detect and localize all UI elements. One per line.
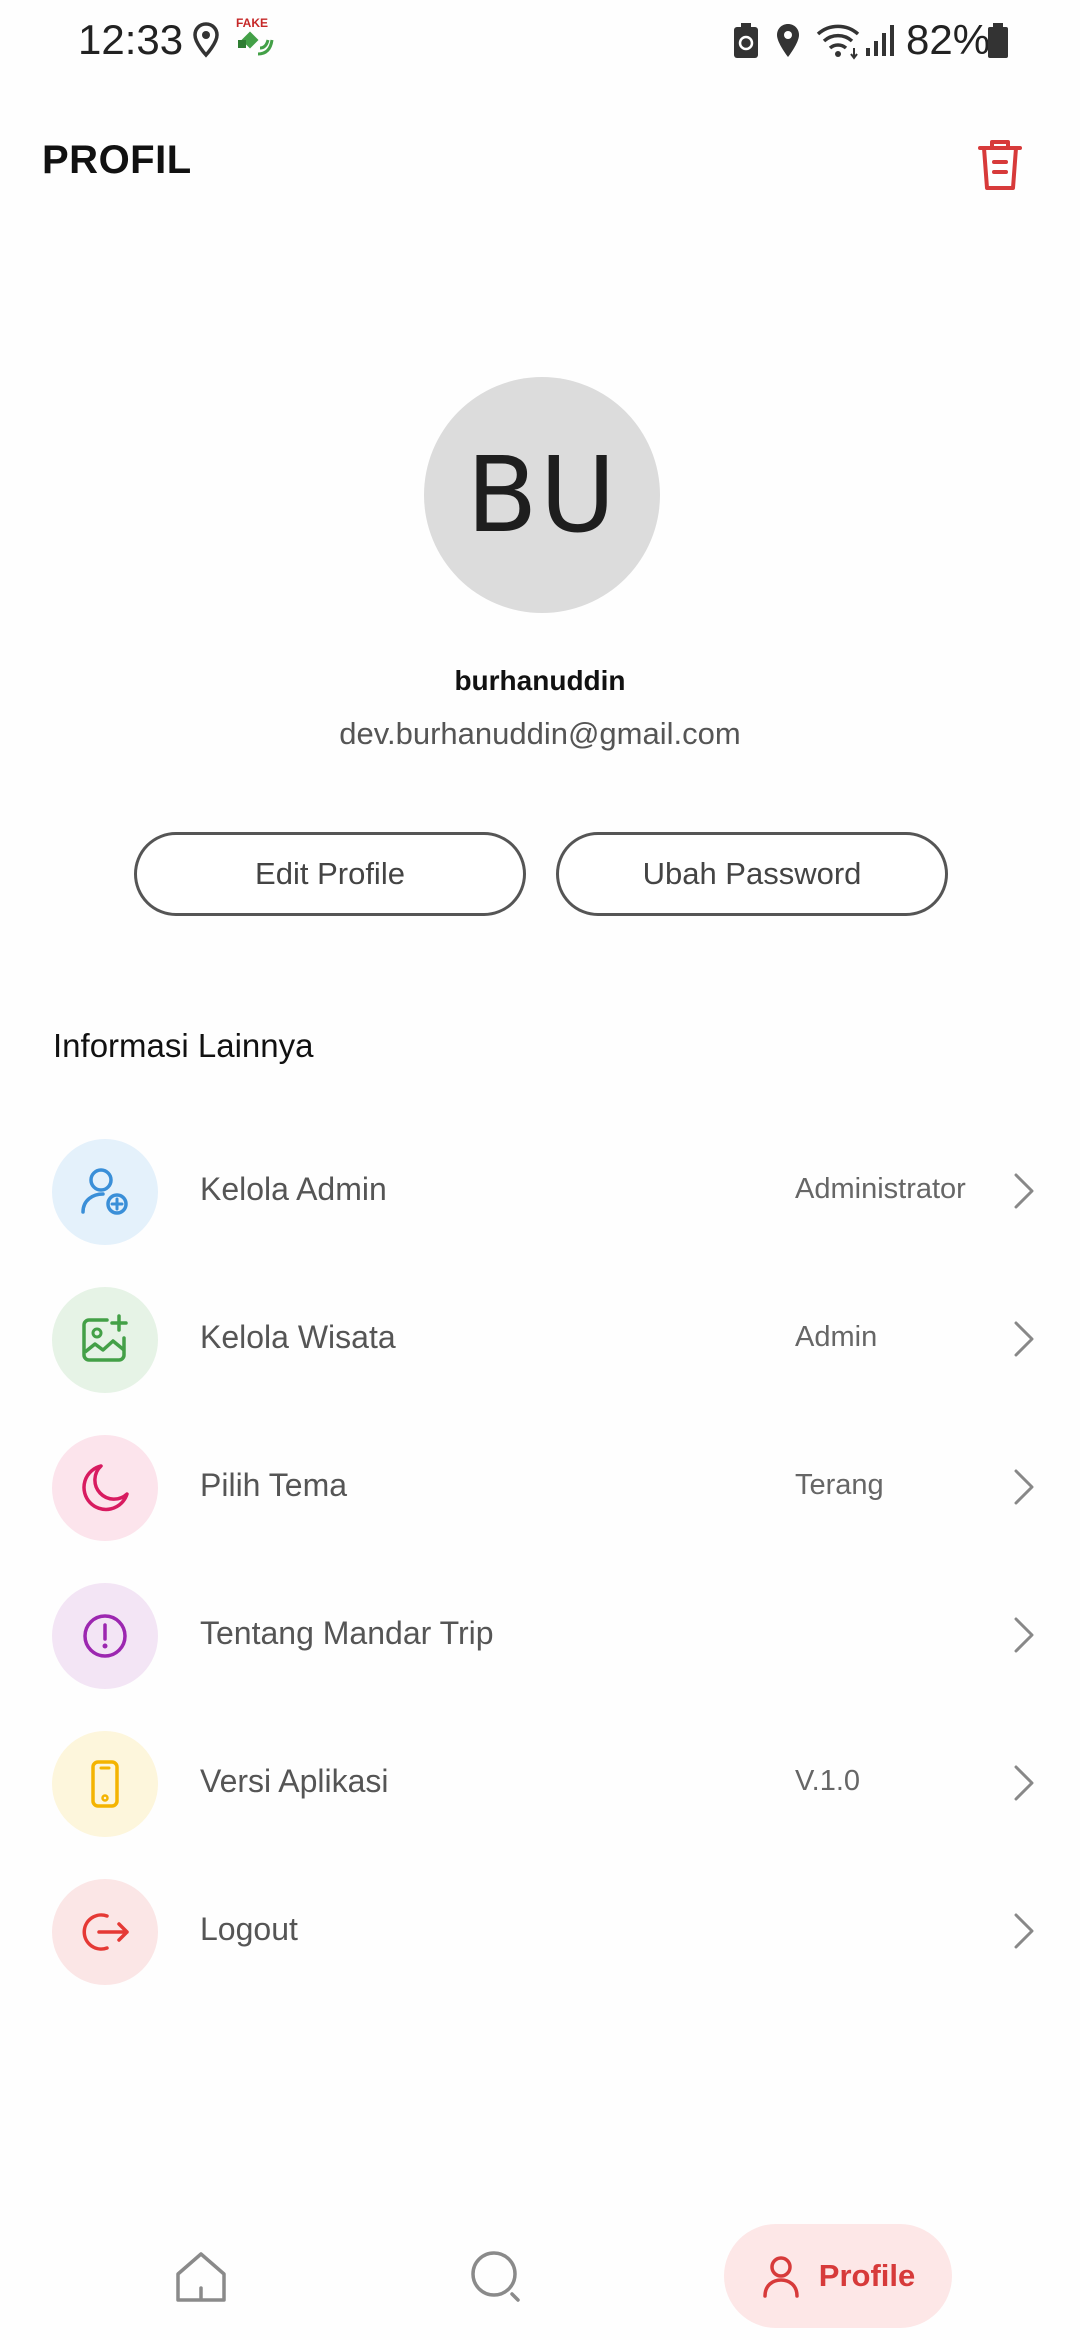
info-icon xyxy=(83,1614,127,1658)
user-icon xyxy=(763,2256,799,2298)
section-title: Informasi Lainnya xyxy=(53,1027,314,1064)
chevron-right-icon xyxy=(1014,1469,1034,1505)
page-title: PROFIL xyxy=(42,138,192,182)
menu-item-logout[interactable]: Logout xyxy=(0,1871,1080,1991)
chevron-right-icon xyxy=(1014,1173,1034,1209)
menu-label: Kelola Admin xyxy=(200,1171,387,1207)
avatar[interactable]: BU xyxy=(424,377,660,613)
menu-icon-circle xyxy=(52,1139,158,1245)
logout-icon xyxy=(82,1913,129,1951)
menu-label: Tentang Mandar Trip xyxy=(200,1615,494,1651)
search-icon xyxy=(471,2251,520,2302)
delete-account-button[interactable] xyxy=(962,126,1038,202)
menu-label: Logout xyxy=(200,1911,298,1947)
home-icon xyxy=(176,2252,226,2302)
menu-value: Terang xyxy=(795,1469,884,1501)
fake-gps-badge: FAKE xyxy=(236,16,269,30)
menu-value: Admin xyxy=(795,1321,878,1353)
fake-gps-icon: FAKE xyxy=(234,16,274,62)
battery-saver-icon xyxy=(734,23,758,58)
nav-search-button[interactable] xyxy=(462,2242,532,2312)
menu-item-versi-aplikasi[interactable]: Versi Aplikasi V.1.0 xyxy=(0,1723,1080,1843)
menu-icon-circle xyxy=(52,1731,158,1837)
user-email: dev.burhanuddin@gmail.com xyxy=(339,716,741,751)
image-add-icon xyxy=(82,1314,128,1362)
menu-value: V.1.0 xyxy=(795,1765,861,1797)
menu-icon-circle xyxy=(52,1435,158,1541)
trash-icon xyxy=(978,140,1022,190)
menu-item-pilih-tema[interactable]: Pilih Tema Terang xyxy=(0,1427,1080,1547)
bottom-navigation: Profile xyxy=(0,2210,1080,2340)
change-password-button[interactable]: Ubah Password xyxy=(556,832,948,916)
nav-profile-label: Profile xyxy=(818,2258,916,2293)
menu-value: Administrator xyxy=(795,1173,966,1205)
edit-profile-button[interactable]: Edit Profile xyxy=(134,832,526,916)
chevron-right-icon xyxy=(1014,1617,1034,1653)
status-time: 12:33 xyxy=(78,16,184,63)
menu-item-kelola-wisata[interactable]: Kelola Wisata Admin xyxy=(0,1279,1080,1399)
chevron-right-icon xyxy=(1014,1913,1034,1949)
menu-icon-circle xyxy=(52,1879,158,1985)
location-pin-icon xyxy=(193,22,219,58)
avatar-initials: BU xyxy=(466,434,618,556)
menu-label: Pilih Tema xyxy=(200,1467,348,1503)
wifi-icon xyxy=(816,24,860,60)
nav-profile-button[interactable]: Profile xyxy=(724,2224,952,2328)
menu-item-tentang-mandar-trip[interactable]: Tentang Mandar Trip xyxy=(0,1575,1080,1695)
menu-label: Kelola Wisata xyxy=(200,1319,396,1355)
phone-icon xyxy=(91,1760,119,1808)
location-icon xyxy=(777,24,799,57)
status-bar: 12:33 FAKE 82% xyxy=(0,0,1080,84)
battery-icon xyxy=(988,23,1008,58)
user-add-icon xyxy=(81,1168,128,1215)
menu-label: Versi Aplikasi xyxy=(200,1763,389,1799)
app-header: PROFIL xyxy=(0,110,1080,210)
battery-percent: 82% xyxy=(906,16,991,63)
signal-icon xyxy=(866,25,894,56)
user-name: burhanuddin xyxy=(454,665,626,696)
menu-item-kelola-admin[interactable]: Kelola Admin Administrator xyxy=(0,1131,1080,1251)
menu-icon-circle xyxy=(52,1287,158,1393)
chevron-right-icon xyxy=(1014,1321,1034,1357)
moon-icon xyxy=(82,1464,129,1512)
menu-icon-circle xyxy=(52,1583,158,1689)
chevron-right-icon xyxy=(1014,1765,1034,1801)
nav-home-button[interactable] xyxy=(166,2242,236,2312)
